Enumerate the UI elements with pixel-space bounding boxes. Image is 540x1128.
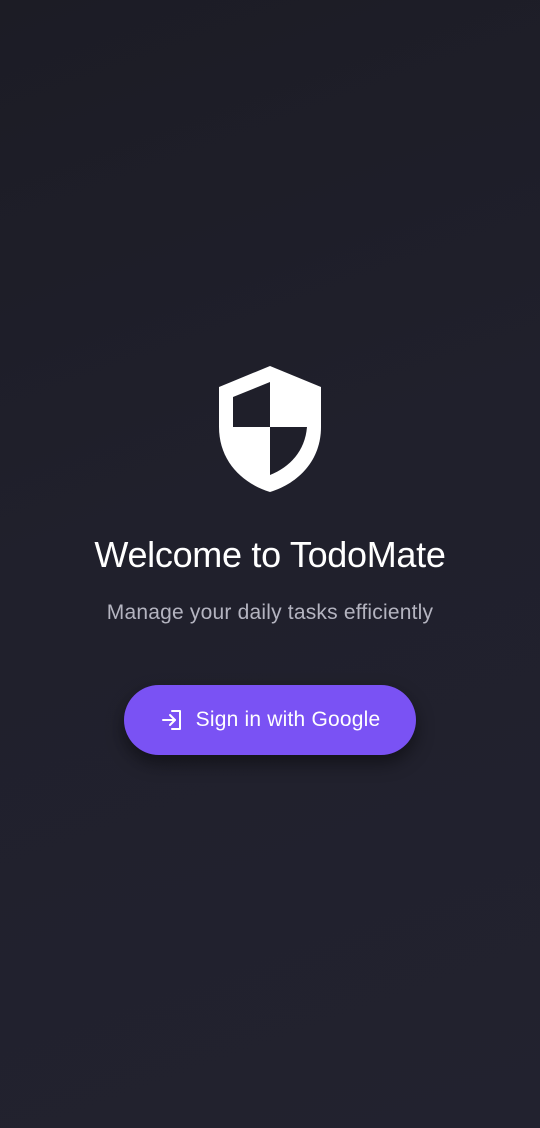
welcome-title: Welcome to TodoMate [94,534,446,575]
shield-icon [217,364,323,494]
signin-button-label: Sign in with Google [195,708,381,731]
welcome-screen: Welcome to TodoMate Manage your daily ta… [0,0,540,1128]
welcome-subtitle: Manage your daily tasks efficiently [106,601,434,624]
login-arrow-icon [160,708,184,732]
google-signin-button[interactable]: Sign in with Google [124,685,416,755]
